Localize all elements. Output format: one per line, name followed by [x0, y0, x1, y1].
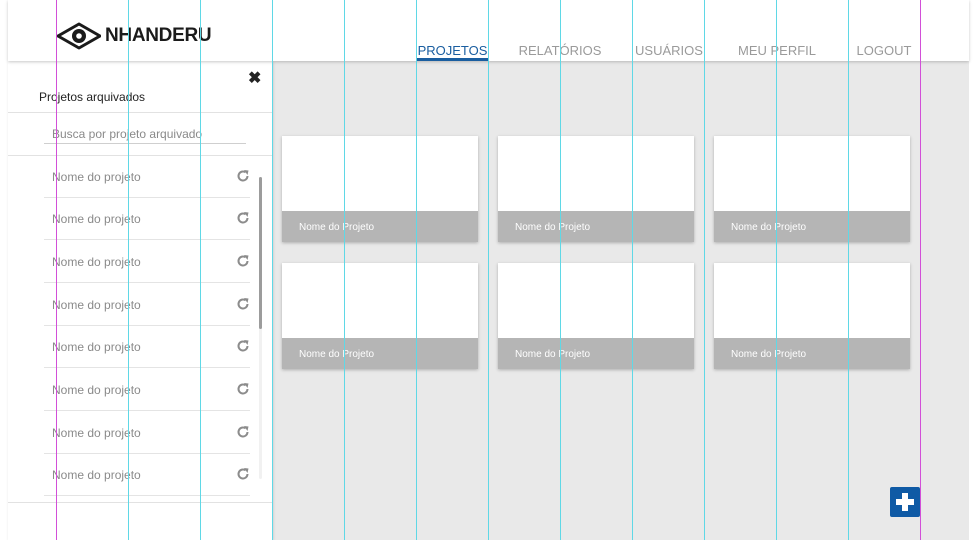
project-card[interactable]: Nome do Projeto: [282, 136, 478, 242]
restore-icon[interactable]: [236, 467, 250, 481]
project-card-footer: Nome do Projeto: [714, 338, 910, 369]
top-header: NHANDERU PROJETOS RELATÓRIOS USUÁRIOS ME…: [8, 0, 969, 61]
archived-project-item[interactable]: Nome do projeto: [44, 412, 250, 454]
project-card[interactable]: Nome do Projeto: [714, 263, 910, 369]
restore-icon[interactable]: [236, 382, 250, 396]
app-name: NHANDERU: [105, 25, 212, 46]
archived-search-input[interactable]: [44, 125, 246, 144]
restore-icon[interactable]: [236, 211, 250, 225]
archived-project-item[interactable]: Nome do projeto: [44, 284, 250, 326]
project-name: Nome do Projeto: [299, 349, 375, 360]
archived-project-item[interactable]: Nome do projeto: [44, 241, 250, 283]
archived-project-name: Nome do projeto: [52, 383, 141, 397]
restore-icon[interactable]: [236, 425, 250, 439]
panel-title: Projetos arquivados: [39, 90, 146, 104]
project-card[interactable]: Nome do Projeto: [282, 263, 478, 369]
archived-project-name: Nome do projeto: [52, 340, 141, 354]
archived-project-name: Nome do projeto: [52, 468, 141, 482]
divider: [8, 112, 272, 113]
archived-project-item[interactable]: Nome do projeto: [44, 198, 250, 240]
nav-meu-perfil[interactable]: MEU PERFIL: [732, 43, 822, 58]
restore-icon[interactable]: [236, 297, 250, 311]
project-card-footer: Nome do Projeto: [498, 211, 694, 242]
project-name: Nome do Projeto: [515, 222, 591, 233]
archived-project-name: Nome do projeto: [52, 255, 141, 269]
archived-project-item[interactable]: Nome do projeto: [44, 156, 250, 198]
active-tab-indicator: [417, 58, 488, 61]
project-card-footer: Nome do Projeto: [282, 338, 478, 369]
project-card-footer: Nome do Projeto: [282, 211, 478, 242]
project-card-footer: Nome do Projeto: [498, 338, 694, 369]
project-name: Nome do Projeto: [299, 222, 375, 233]
project-name: Nome do Projeto: [515, 349, 591, 360]
app-page: NHANDERU PROJETOS RELATÓRIOS USUÁRIOS ME…: [0, 0, 977, 549]
restore-icon[interactable]: [236, 254, 250, 268]
archived-projects-panel: ✖ Projetos arquivados Nome do projeto No…: [8, 61, 272, 540]
nav-projetos[interactable]: PROJETOS: [417, 43, 488, 58]
project-card[interactable]: Nome do Projeto: [714, 136, 910, 242]
project-card[interactable]: Nome do Projeto: [498, 136, 694, 242]
project-card-footer: Nome do Projeto: [714, 211, 910, 242]
project-name: Nome do Projeto: [731, 222, 807, 233]
divider: [8, 502, 272, 503]
restore-icon[interactable]: [236, 169, 250, 183]
archived-project-item[interactable]: Nome do projeto: [44, 326, 250, 368]
restore-icon[interactable]: [236, 339, 250, 353]
nav-logout[interactable]: LOGOUT: [852, 43, 916, 58]
bottom-margin: [0, 540, 977, 549]
eye-icon: [57, 21, 101, 51]
archived-project-name: Nome do projeto: [52, 212, 141, 226]
nav-relatorios[interactable]: RELATÓRIOS: [515, 43, 605, 58]
projects-area: Nome do Projeto Nome do Projeto Nome do …: [272, 61, 969, 540]
archived-project-item[interactable]: Nome do projeto: [44, 454, 250, 496]
archived-project-name: Nome do projeto: [52, 170, 141, 184]
nav-usuarios[interactable]: USUÁRIOS: [630, 43, 708, 58]
add-project-button[interactable]: [890, 487, 920, 517]
app-logo[interactable]: NHANDERU: [57, 21, 212, 51]
archived-project-name: Nome do projeto: [52, 298, 141, 312]
close-icon[interactable]: ✖: [248, 70, 261, 88]
project-name: Nome do Projeto: [731, 349, 807, 360]
archived-project-item[interactable]: Nome do projeto: [44, 369, 250, 411]
project-card[interactable]: Nome do Projeto: [498, 263, 694, 369]
scrollbar-thumb[interactable]: [259, 177, 262, 329]
archived-project-name: Nome do projeto: [52, 426, 141, 440]
